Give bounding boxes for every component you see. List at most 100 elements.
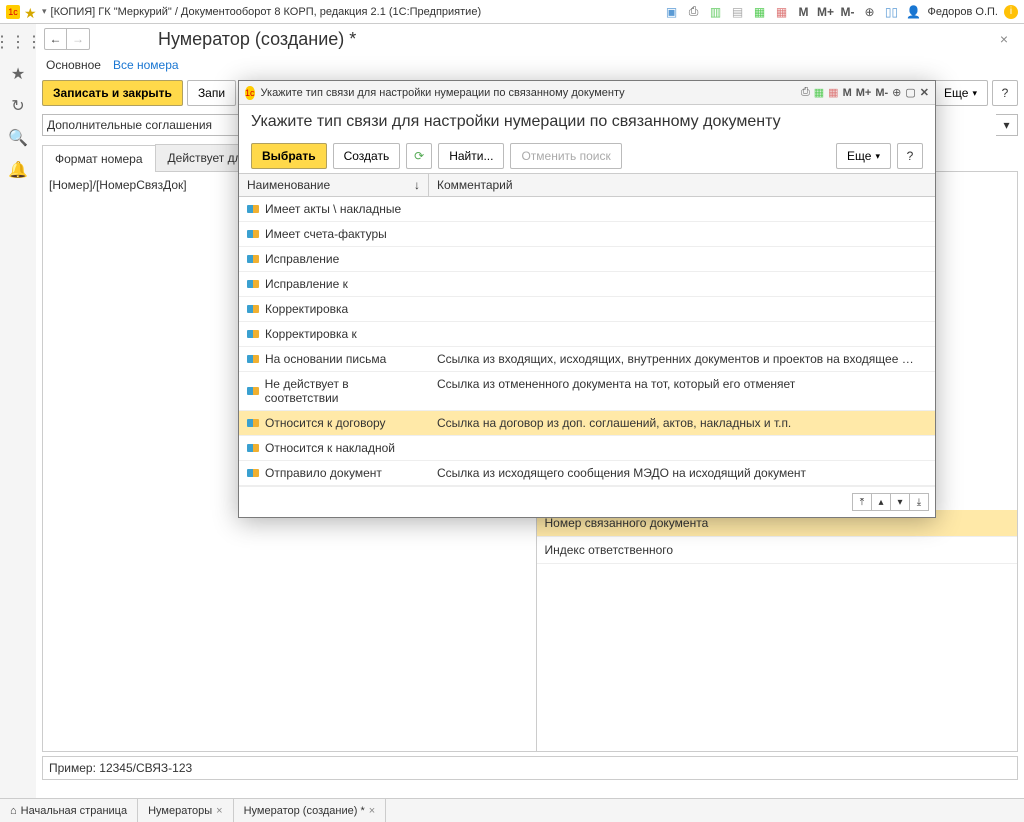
col-name[interactable]: Наименование <box>247 178 330 192</box>
link-icon <box>247 469 259 477</box>
modal-maximize-icon[interactable]: ▢ <box>905 86 915 99</box>
home-tab[interactable]: ⌂Начальная страница <box>0 799 138 822</box>
table-row[interactable]: Относится к договоруСсылка на договор из… <box>239 411 935 436</box>
m-minus-icon[interactable]: M- <box>840 4 856 20</box>
row-comment: Ссылка из исходящего сообщения МЭДО на и… <box>429 461 935 485</box>
modal-cal1-icon[interactable]: ▦ <box>814 86 824 99</box>
close-tab-icon[interactable]: × <box>216 805 222 817</box>
modal-cal2-icon[interactable]: ▦ <box>828 86 838 99</box>
link-icon <box>247 330 259 338</box>
table-row[interactable]: Корректировка <box>239 297 935 322</box>
row-name: Исправление <box>265 252 339 266</box>
tab-format[interactable]: Формат номера <box>42 145 156 172</box>
row-name: Корректировка к <box>265 327 357 341</box>
link-icon <box>247 419 259 427</box>
numerators-tab[interactable]: Нумераторы × <box>138 799 234 822</box>
row-name: Отправило документ <box>265 466 382 480</box>
col-comment[interactable]: Комментарий <box>429 174 935 196</box>
user-name[interactable]: Федоров О.П. <box>928 6 999 18</box>
find-button[interactable]: Найти... <box>438 143 504 169</box>
row-comment <box>429 247 935 271</box>
row-comment: Ссылка из отмененного документа на тот, … <box>429 372 935 410</box>
format-value: [Номер]/[НомерСвязДок] <box>49 178 187 192</box>
history-icon[interactable]: ↻ <box>11 96 24 116</box>
subtab-numbers[interactable]: Все номера <box>113 58 179 72</box>
row-comment <box>429 197 935 221</box>
modal-zoom-icon[interactable]: ⊕ <box>892 86 901 99</box>
right-row-index[interactable]: Индекс ответственного <box>537 537 1018 564</box>
document-icon[interactable]: ▥ <box>708 4 724 20</box>
date-icon[interactable]: ▦ <box>774 4 790 20</box>
modal-mminus-icon[interactable]: M- <box>875 87 888 99</box>
scroll-top-button[interactable]: ⤒ <box>852 493 872 511</box>
more-button[interactable]: Еще <box>933 80 988 106</box>
window-titlebar: 1c ★ ▾ [КОПИЯ] ГК "Меркурий" / Документо… <box>0 0 1024 24</box>
close-page-button[interactable]: × <box>1000 31 1008 47</box>
numerators-tab-label: Нумераторы <box>148 805 212 817</box>
link-type-dialog: 1c Укажите тип связи для настройки нумер… <box>238 80 936 518</box>
subtab-main[interactable]: Основное <box>46 58 101 72</box>
modal-m-icon[interactable]: M <box>843 87 852 99</box>
sort-icon[interactable]: ↓ <box>414 178 420 192</box>
table-row[interactable]: Имеет счета-фактуры <box>239 222 935 247</box>
table-body: Имеет акты \ накладные Имеет счета-фактур… <box>239 197 935 486</box>
row-comment: Ссылка из входящих, исходящих, внутренни… <box>429 347 935 371</box>
m-icon[interactable]: M <box>796 4 812 20</box>
calendar-icon[interactable]: ▦ <box>752 4 768 20</box>
row-comment <box>429 222 935 246</box>
modal-close-icon[interactable]: ✕ <box>920 86 929 99</box>
scroll-up-button[interactable]: ▴ <box>871 493 891 511</box>
app-icon: 1c <box>6 5 20 19</box>
create-button[interactable]: Создать <box>333 143 401 169</box>
table-row[interactable]: Не действует в соответствииСсылка из отм… <box>239 372 935 411</box>
row-name: Имеет счета-фактуры <box>265 227 387 241</box>
scroll-down-button[interactable]: ▾ <box>890 493 910 511</box>
bell-icon[interactable]: 🔔 <box>8 160 28 180</box>
forward-button[interactable]: → <box>67 29 89 49</box>
modal-help-button[interactable]: ? <box>897 143 923 169</box>
user-icon: 👤 <box>906 4 922 20</box>
print-icon[interactable]: ⎙ <box>686 4 702 20</box>
row-name: Исправление к <box>265 277 348 291</box>
help-button[interactable]: ? <box>992 80 1018 106</box>
field-dropdown-button[interactable]: ▾ <box>996 114 1018 136</box>
table-row[interactable]: Корректировка к <box>239 322 935 347</box>
modal-mplus-icon[interactable]: M+ <box>856 87 872 99</box>
favorite-icon[interactable]: ★ <box>24 5 38 19</box>
row-name: Относится к накладной <box>265 441 395 455</box>
link-icon <box>247 387 259 395</box>
link-icon <box>247 255 259 263</box>
close-tab-icon[interactable]: × <box>369 805 375 817</box>
cancel-find-button[interactable]: Отменить поиск <box>510 143 621 169</box>
layout-icon[interactable]: ▯▯ <box>884 4 900 20</box>
save-button[interactable]: Запи <box>187 80 236 106</box>
modal-print-icon[interactable]: ⎙ <box>801 86 810 99</box>
page-title: Нумератор (создание) * <box>158 29 356 50</box>
back-button[interactable]: ← <box>45 29 67 49</box>
create-tab[interactable]: Нумератор (создание) *× <box>234 799 387 822</box>
m-plus-icon[interactable]: M+ <box>818 4 834 20</box>
star-icon[interactable]: ★ <box>11 64 25 84</box>
row-comment: Ссылка на договор из доп. соглашений, ак… <box>429 411 935 435</box>
table-row[interactable]: Имеет акты \ накладные <box>239 197 935 222</box>
dropdown-icon[interactable]: ▾ <box>42 6 47 17</box>
save-icon[interactable]: ▣ <box>664 4 680 20</box>
modal-more-button[interactable]: Еще <box>836 143 891 169</box>
search-icon[interactable]: 🔍 <box>8 128 28 148</box>
table-row[interactable]: Исправление к <box>239 272 935 297</box>
table-row[interactable]: Относится к накладной <box>239 436 935 461</box>
row-name: Имеет акты \ накладные <box>265 202 401 216</box>
table-row[interactable]: На основании письмаСсылка из входящих, и… <box>239 347 935 372</box>
link-icon <box>247 444 259 452</box>
table-row[interactable]: Отправило документ Ссылка из исходящего с… <box>239 461 935 486</box>
select-button[interactable]: Выбрать <box>251 143 327 169</box>
link-icon <box>247 280 259 288</box>
table-header: Наименование ↓ Комментарий <box>239 173 935 197</box>
save-close-button[interactable]: Записать и закрыть <box>42 80 183 106</box>
page-icon[interactable]: ▤ <box>730 4 746 20</box>
info-icon[interactable]: i <box>1004 5 1018 19</box>
zoom-icon[interactable]: ⊕ <box>862 4 878 20</box>
scroll-bottom-button[interactable]: ⤓ <box>909 493 929 511</box>
table-row[interactable]: Исправление <box>239 247 935 272</box>
refresh-button[interactable]: ⟳ <box>406 143 432 169</box>
